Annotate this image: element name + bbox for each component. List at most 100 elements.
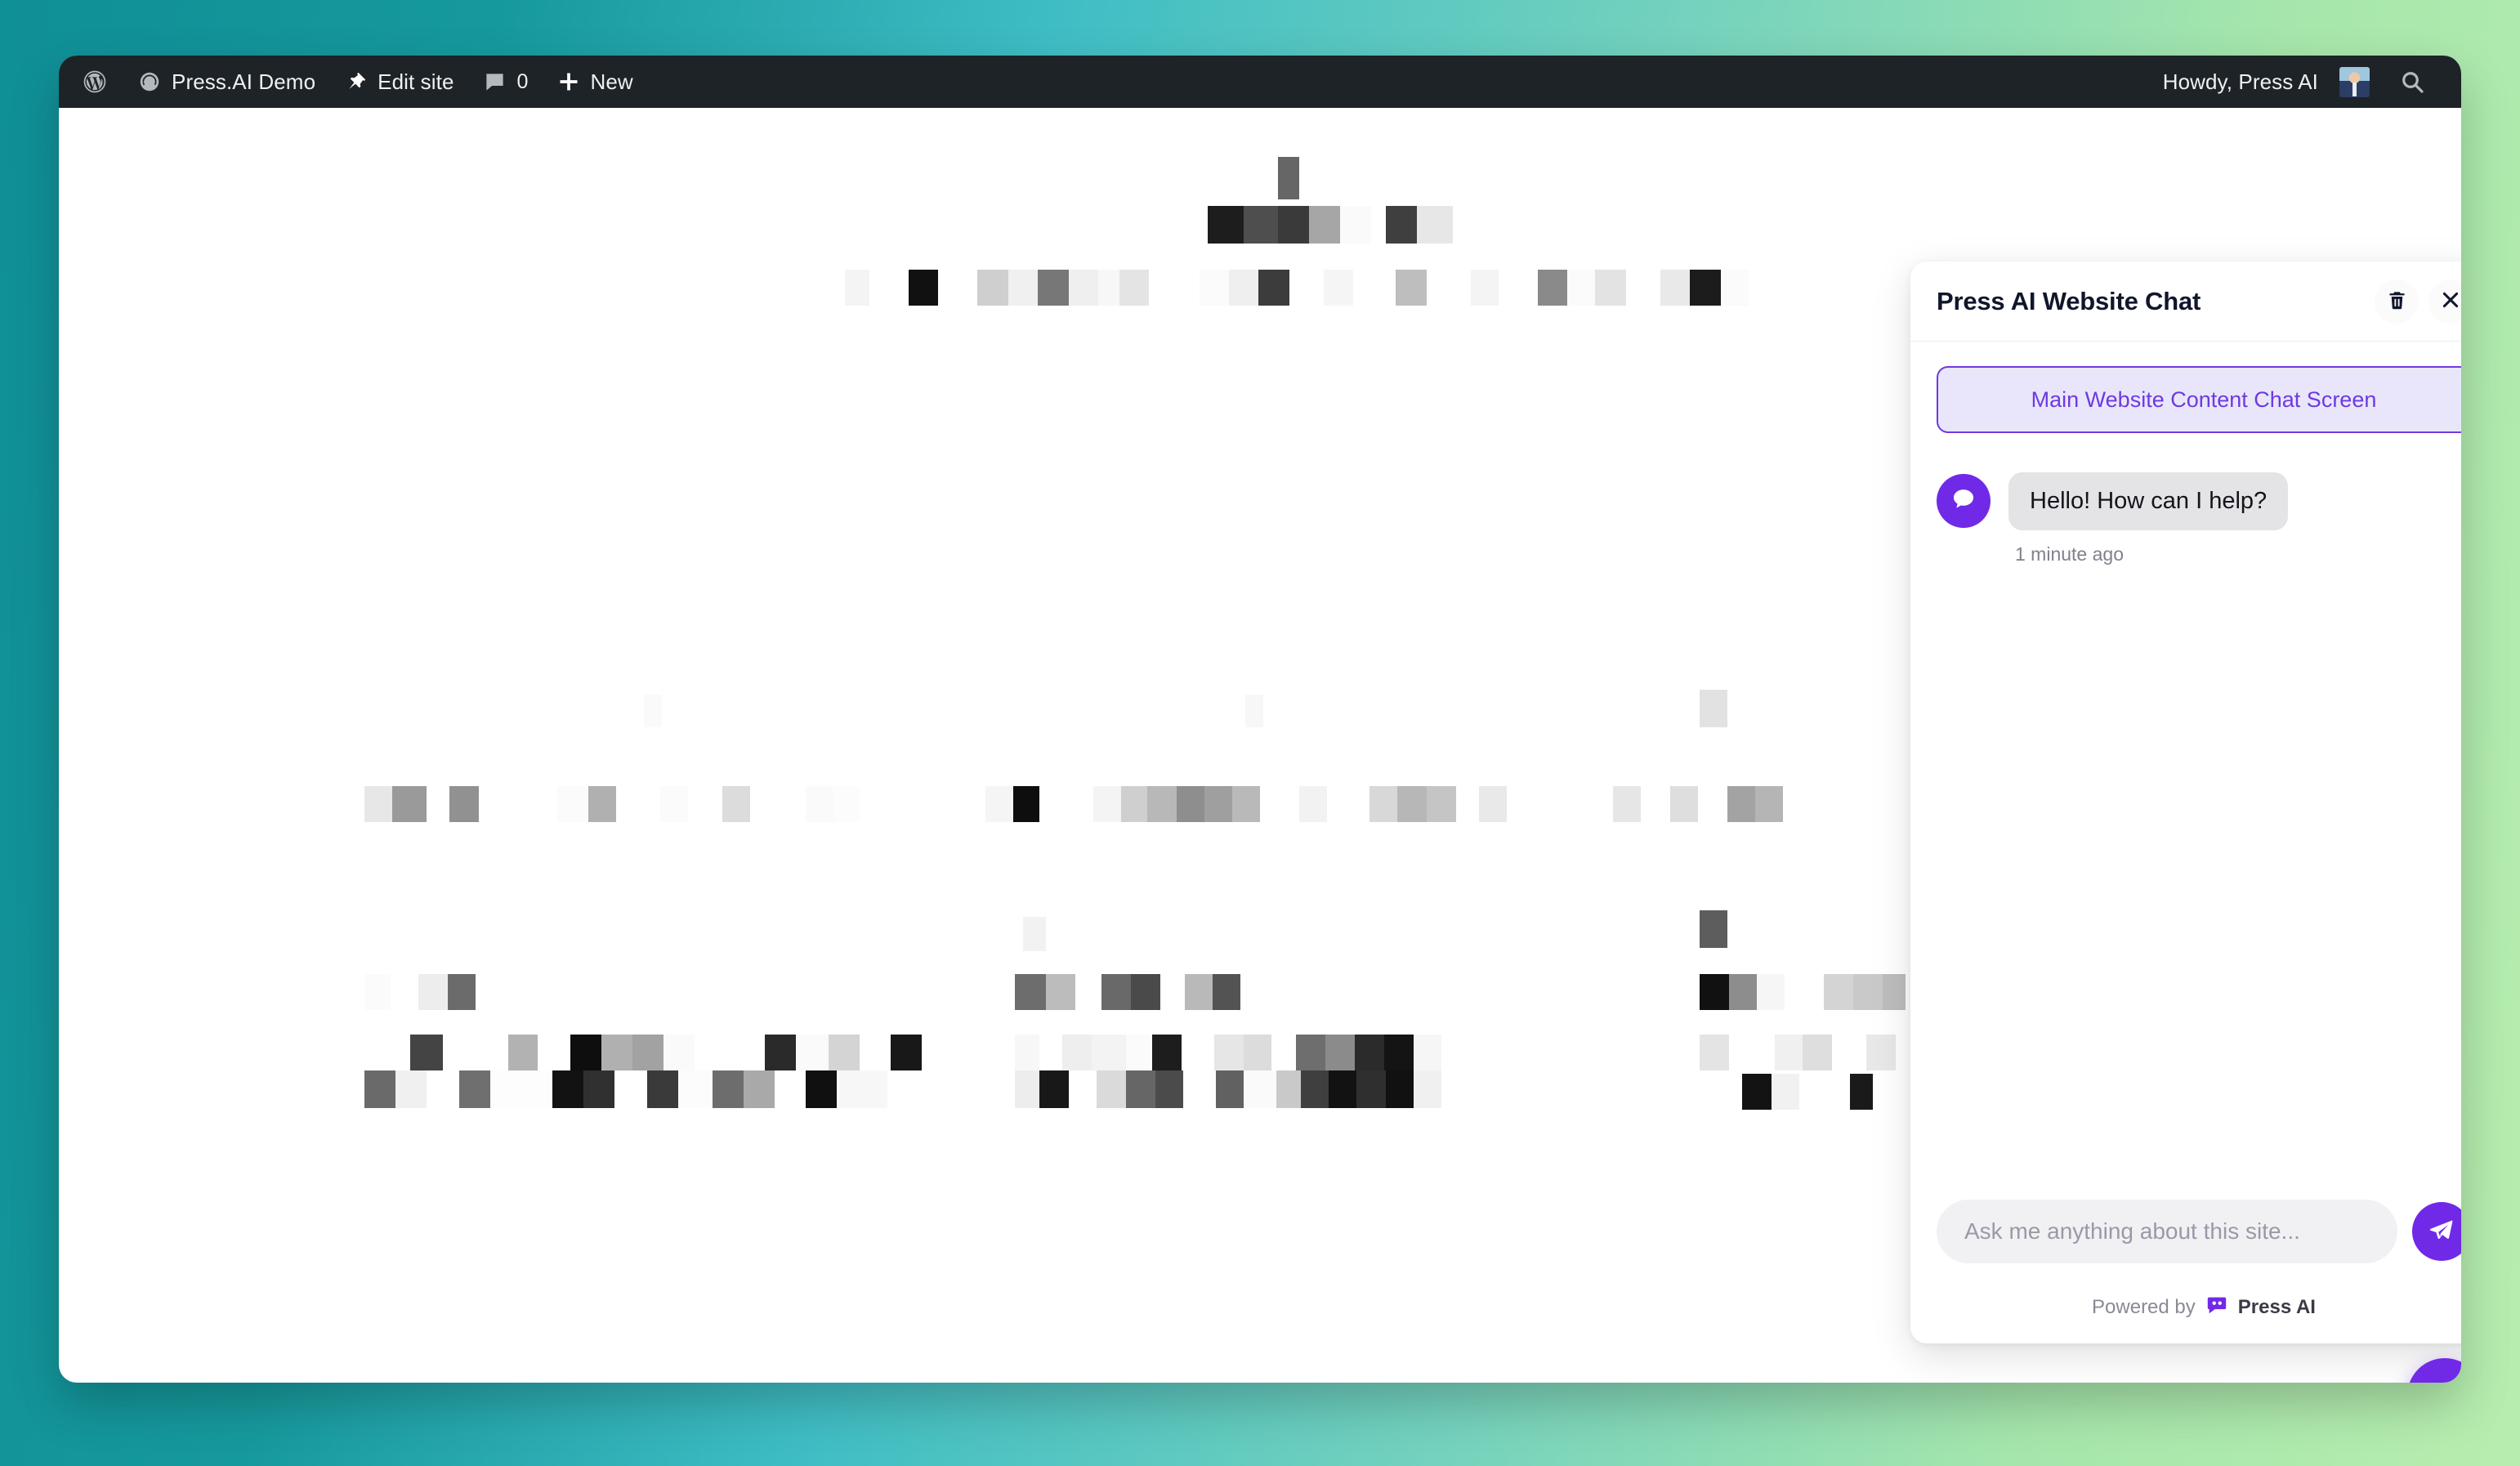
- redacted-text-row: [1700, 974, 1906, 1010]
- redacted-block: [1015, 1070, 1039, 1108]
- redacted-block: [1023, 917, 1046, 951]
- brand-name: Press AI: [2237, 1296, 2316, 1318]
- chat-title: Press AI Website Chat: [1937, 286, 2201, 315]
- redacted-block: [1182, 1035, 1214, 1070]
- redacted-block: [1152, 1035, 1182, 1070]
- redacted-block: [364, 974, 391, 1010]
- redacted-text-row: [1208, 206, 1453, 244]
- redacted-text-row: [845, 270, 1749, 306]
- redacted-block: [1015, 974, 1046, 1010]
- redacted-block: [1200, 270, 1229, 306]
- redacted-block: [616, 786, 660, 822]
- redacted-block: [1853, 974, 1883, 1010]
- redacted-block: [833, 786, 860, 822]
- redacted-block: [1799, 1074, 1850, 1110]
- redacted-block: [1299, 786, 1327, 822]
- redacted-block: [1356, 1070, 1386, 1108]
- redacted-block: [1414, 1035, 1441, 1070]
- redacted-text-row: [1245, 695, 1263, 727]
- redacted-block: [1098, 270, 1119, 306]
- redacted-block: [750, 786, 806, 822]
- dashboard-icon: [137, 69, 162, 94]
- redacted-block: [1069, 270, 1098, 306]
- redacted-block: [1538, 270, 1567, 306]
- redacted-block: [1214, 1035, 1244, 1070]
- close-chat-button[interactable]: [2428, 279, 2461, 324]
- redacted-block: [1278, 157, 1299, 199]
- redacted-block: [583, 1070, 614, 1108]
- redacted-block: [601, 1035, 632, 1070]
- clear-chat-button[interactable]: [2375, 279, 2419, 324]
- redacted-block: [837, 1070, 887, 1108]
- chat-message-list: Main Website Content Chat Screen Hello! …: [1910, 342, 2461, 1200]
- wp-logo-button[interactable]: [78, 56, 123, 108]
- redacted-block: [392, 786, 427, 822]
- redacted-text-row: [644, 695, 662, 727]
- redacted-block: [1507, 786, 1613, 822]
- comments-count: 0: [516, 69, 529, 93]
- chat-toggle-fab[interactable]: [2407, 1358, 2461, 1383]
- redacted-text-row: [1015, 1070, 1441, 1108]
- redacted-block: [1177, 786, 1204, 822]
- redacted-block: [1660, 270, 1690, 306]
- avatar: [2339, 66, 2370, 97]
- redacted-block: [1296, 1035, 1325, 1070]
- redacted-block: [1369, 786, 1397, 822]
- my-account-menu[interactable]: Howdy, Press AI: [2148, 56, 2384, 108]
- redacted-block: [1386, 1070, 1414, 1108]
- redacted-block: [1567, 270, 1595, 306]
- pin-icon: [345, 70, 368, 93]
- redacted-text-row: [1015, 1035, 1441, 1070]
- admin-search-button[interactable]: [2384, 56, 2440, 108]
- redacted-block: [449, 786, 479, 822]
- redacted-block: [713, 1070, 744, 1108]
- redacted-block: [1479, 786, 1507, 822]
- redacted-block: [1183, 1070, 1216, 1108]
- redacted-block: [1244, 1070, 1276, 1108]
- redacted-block: [1208, 206, 1244, 244]
- chat-message: Hello! How can I help?: [1937, 472, 2461, 530]
- send-message-button[interactable]: [2412, 1202, 2461, 1261]
- redacted-block: [1727, 786, 1755, 822]
- redacted-block: [722, 786, 750, 822]
- comments-button[interactable]: 0: [469, 56, 543, 108]
- new-content-button[interactable]: New: [543, 56, 647, 108]
- redacted-block: [1700, 910, 1727, 948]
- press-ai-bot-icon: [2205, 1294, 2228, 1322]
- redacted-block: [1075, 974, 1101, 1010]
- redacted-block: [364, 1070, 395, 1108]
- redacted-block: [775, 1070, 806, 1108]
- redacted-block: [891, 1035, 922, 1070]
- redacted-block: [588, 786, 616, 822]
- site-name-menu[interactable]: Press.AI Demo: [123, 56, 330, 108]
- redacted-block: [1097, 1070, 1126, 1108]
- chat-message-input[interactable]: [1937, 1200, 2397, 1263]
- redacted-text-row: [364, 1070, 887, 1108]
- redacted-block: [1613, 786, 1641, 822]
- edit-site-label: Edit site: [378, 69, 454, 94]
- redacted-block: [1126, 1070, 1155, 1108]
- redacted-block: [1471, 270, 1499, 306]
- trash-icon: [2386, 289, 2408, 314]
- context-banner[interactable]: Main Website Content Chat Screen: [1937, 366, 2461, 433]
- redacted-block: [1850, 1074, 1873, 1110]
- redacted-block: [1456, 786, 1479, 822]
- redacted-block: [557, 786, 588, 822]
- wp-admin-bar: Press.AI Demo Edit site 0 New Howdy, Pre…: [59, 56, 2461, 108]
- redacted-block: [490, 1070, 552, 1108]
- redacted-block: [1039, 1035, 1062, 1070]
- redacted-block: [1340, 206, 1371, 244]
- edit-site-button[interactable]: Edit site: [330, 56, 468, 108]
- comment-bubble-icon: [484, 71, 506, 93]
- redacted-block: [1641, 786, 1670, 822]
- redacted-block: [1329, 1070, 1356, 1108]
- redacted-block: [1069, 1070, 1097, 1108]
- chat-panel-header: Press AI Website Chat: [1910, 261, 2461, 342]
- redacted-block: [364, 786, 392, 822]
- redacted-block: [796, 1035, 829, 1070]
- redacted-block: [1824, 974, 1853, 1010]
- close-icon: [2439, 288, 2461, 314]
- redacted-block: [1301, 1070, 1329, 1108]
- redacted-text-row: [1278, 157, 1299, 199]
- redacted-block: [860, 786, 985, 822]
